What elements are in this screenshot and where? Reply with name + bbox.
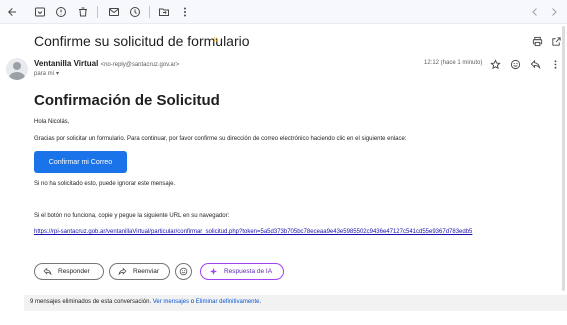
move-to-icon[interactable] [156, 4, 172, 20]
forward-label: Reenviar [133, 268, 160, 275]
delete-forever-link[interactable]: Eliminar definitivamente [196, 299, 260, 305]
star-icon[interactable] [488, 57, 502, 71]
ignore-note: Si no ha solicitado esto, puede ignorar … [34, 181, 176, 187]
more-vert-icon[interactable] [548, 57, 562, 71]
scrollbar[interactable] [562, 26, 565, 291]
archive-icon[interactable] [32, 4, 48, 20]
intro-text: Gracias por solicitar un formulario. Par… [34, 136, 407, 142]
message-time: 12:12 (hace 1 minuto) [424, 60, 483, 66]
more-icon[interactable] [177, 4, 193, 20]
recipient-details[interactable]: para mí ▾ [34, 70, 59, 77]
toolbar-divider [149, 6, 150, 18]
chevron-down-icon[interactable]: ▾ [56, 71, 59, 77]
email-heading: Confirmación de Solicitud [34, 92, 220, 109]
sender-name: Ventanilla Virtual [34, 59, 99, 68]
ai-reply-button[interactable]: Respuesta de IA [200, 263, 284, 280]
sender-line: Ventanilla Virtual <no-reply@santacruz.g… [34, 59, 179, 68]
important-marker-icon[interactable]: » [213, 35, 223, 45]
avatar [6, 58, 28, 80]
ai-reply-label: Respuesta de IA [224, 268, 273, 275]
confirm-email-button[interactable]: Confirmar mi Correo [34, 151, 127, 173]
sparkle-icon [210, 267, 217, 276]
chevron-left-icon[interactable] [527, 4, 543, 20]
back-arrow-icon[interactable] [4, 4, 20, 20]
open-new-window-icon[interactable] [549, 34, 563, 48]
reply-button[interactable]: Responder [34, 263, 104, 280]
reply-icon[interactable] [528, 57, 542, 71]
emoji-icon[interactable] [508, 57, 522, 71]
print-icon[interactable] [530, 34, 544, 48]
subject-row: Confirme su solicitud de formulario » [0, 28, 567, 54]
chevron-right-icon[interactable] [546, 4, 562, 20]
mark-unread-icon[interactable] [106, 4, 122, 20]
forward-button[interactable]: Reenviar [109, 263, 170, 280]
deleted-messages-notice: 9 mensajes eliminados de esta conversaci… [30, 299, 261, 305]
trash-icon[interactable] [75, 4, 91, 20]
sender-email: <no-reply@santacruz.gov.ar> [100, 62, 180, 68]
recipient-label: para mí [34, 71, 55, 77]
toolbar [0, 0, 567, 24]
deleted-messages-text: 9 mensajes eliminados de esta conversaci… [30, 299, 152, 305]
period-text: . [259, 299, 262, 305]
reply-icon [43, 267, 52, 276]
fallback-note: Si el botón no funciona, copie y pegue l… [34, 213, 230, 219]
report-spam-icon[interactable] [53, 4, 69, 20]
or-text: o [190, 299, 195, 305]
forward-icon [118, 267, 127, 276]
view-messages-link[interactable]: Ver mensajes [153, 299, 189, 305]
greeting: Hola Nicolás, [34, 119, 70, 125]
reply-label: Responder [58, 268, 90, 275]
snooze-icon[interactable] [127, 4, 143, 20]
emoji-reaction-button[interactable] [175, 263, 192, 280]
toolbar-divider [97, 6, 98, 18]
confirmation-url-link[interactable]: https://rpi-santacruz.gob.ar/ventanillaV… [34, 229, 472, 235]
emoji-icon [179, 267, 188, 276]
